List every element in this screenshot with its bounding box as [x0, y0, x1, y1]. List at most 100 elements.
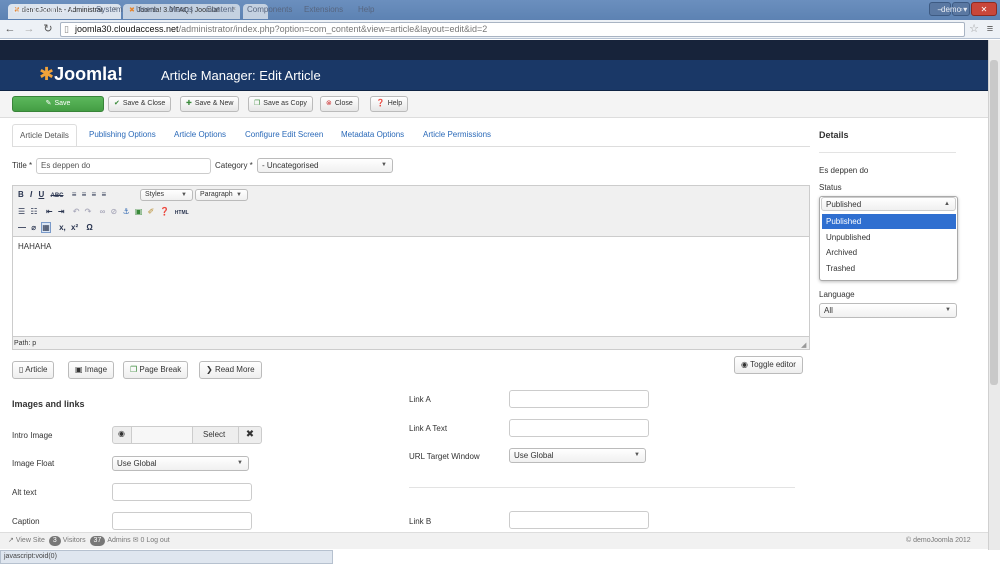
paragraph-select[interactable]: Paragraph ▼	[195, 189, 248, 201]
caret-up-icon: ▲	[944, 201, 950, 207]
redo-icon[interactable]: ↷	[85, 207, 92, 216]
menu-extensions[interactable]: Extensions	[304, 0, 343, 20]
category-label: Category *	[215, 161, 253, 170]
alt-text-input[interactable]	[112, 483, 252, 501]
help-icon[interactable]: ❓	[160, 207, 170, 216]
status-option-trashed[interactable]: Trashed	[822, 261, 956, 276]
indent-icon[interactable]: ⇥	[58, 207, 65, 216]
user-menu[interactable]: demo ▾	[941, 0, 967, 20]
link-a-label: Link A	[409, 395, 431, 404]
page-break-button[interactable]: ❐ Page Break	[123, 361, 189, 379]
align-left-icon[interactable]: ≡	[72, 190, 77, 199]
category-select[interactable]: - Uncategorised ▼	[257, 158, 393, 173]
tab-article-options[interactable]: Article Options	[167, 124, 233, 147]
unlink-icon[interactable]: ⊘	[111, 207, 118, 216]
status-option-unpublished[interactable]: Unpublished	[822, 230, 956, 245]
menu-help[interactable]: Help	[358, 0, 374, 20]
align-justify-icon[interactable]: ≡	[101, 190, 106, 199]
remove-format-icon[interactable]: ⌀	[31, 223, 36, 232]
outdent-icon[interactable]: ⇤	[46, 207, 53, 216]
link-icon[interactable]: ∞	[100, 207, 106, 216]
save-new-button[interactable]: ✚ Save & New	[180, 96, 240, 112]
editor-content-area[interactable]: HAHAHA	[13, 236, 809, 337]
anchor-icon[interactable]: ⚓	[122, 207, 129, 216]
save-new-label: Save & New	[194, 100, 234, 107]
underline-icon[interactable]: U	[38, 190, 44, 199]
menu-icon[interactable]: ≡	[983, 21, 997, 37]
save-close-button[interactable]: ✔ Save & Close	[108, 96, 172, 112]
toggle-editor-button[interactable]: ◉ Toggle editor	[734, 356, 803, 374]
italic-icon[interactable]: I	[30, 190, 32, 199]
language-label: Language	[819, 290, 855, 299]
visitors-label: Visitors	[62, 537, 86, 544]
scrollbar-thumb[interactable]	[990, 60, 998, 385]
save-button[interactable]: ✎ Save	[12, 96, 104, 112]
help-button[interactable]: ❓ Help	[370, 96, 409, 112]
clear-image-icon[interactable]: ✖	[238, 427, 261, 443]
insert-image-icon[interactable]: ▣	[135, 207, 143, 216]
language-select[interactable]: All ▼	[819, 303, 957, 318]
cleanup-icon[interactable]: ✐	[148, 207, 155, 216]
view-site-link[interactable]: View Site	[16, 537, 45, 544]
numbered-list-icon[interactable]: ☷	[30, 207, 37, 216]
link-a-input[interactable]	[509, 390, 649, 408]
site-link[interactable]: demoJoomla ↗	[13, 0, 75, 20]
insert-image-button[interactable]: ▣ Image	[68, 361, 115, 379]
horizontal-rule-icon[interactable]: —	[18, 223, 26, 232]
menu-components[interactable]: Components	[247, 0, 292, 20]
title-input[interactable]: Es deppen do	[36, 158, 211, 174]
menu-system[interactable]: System	[96, 0, 123, 20]
star-icon[interactable]: ☆	[967, 21, 981, 37]
align-right-icon[interactable]: ≡	[92, 190, 97, 199]
resize-handle-icon[interactable]: ◢	[801, 341, 806, 349]
status-option-published[interactable]: Published	[822, 214, 956, 229]
menu-menus[interactable]: Menus	[169, 0, 193, 20]
menu-content[interactable]: Content	[206, 0, 234, 20]
logout-link[interactable]: Log out	[146, 537, 169, 544]
tab-metadata-options[interactable]: Metadata Options	[334, 124, 411, 147]
intro-image-field[interactable]: ◉ Select ✖	[112, 426, 262, 444]
reload-icon[interactable]: ↻	[41, 21, 55, 37]
undo-icon[interactable]: ↶	[73, 207, 80, 216]
language-value: All	[824, 306, 833, 315]
eye-icon: ◉	[741, 360, 748, 369]
eye-icon[interactable]: ◉	[118, 429, 125, 438]
url-target-select[interactable]: Use Global ▼	[509, 448, 646, 463]
image-float-select[interactable]: Use Global ▼	[112, 456, 249, 471]
visual-aid-icon[interactable]: ▦	[41, 222, 51, 233]
close-window-icon[interactable]: ✕	[971, 2, 997, 16]
tab-article-permissions[interactable]: Article Permissions	[416, 124, 498, 147]
subscript-icon[interactable]: x,	[59, 223, 66, 232]
close-button[interactable]: ⊗ Close	[320, 96, 359, 112]
tab-configure-edit-screen[interactable]: Configure Edit Screen	[238, 124, 330, 147]
site-name: demoJoomla	[13, 5, 65, 15]
bullet-list-icon[interactable]: ☰	[18, 207, 25, 216]
back-icon[interactable]: ←	[3, 21, 17, 37]
insert-article-button[interactable]: ▯ Article	[12, 361, 55, 379]
tab-publishing-options[interactable]: Publishing Options	[82, 124, 163, 147]
file-icon: ▯	[19, 365, 24, 374]
read-more-button[interactable]: ❯ Read More	[199, 361, 262, 379]
caption-input[interactable]	[112, 512, 252, 530]
status-option-archived[interactable]: Archived	[822, 245, 956, 260]
url-target-value: Use Global	[514, 451, 554, 460]
select-image-button[interactable]: Select	[203, 430, 225, 439]
styles-select[interactable]: Styles ▼	[140, 189, 193, 201]
save-copy-button[interactable]: ❐ Save as Copy	[248, 96, 313, 112]
special-character-icon[interactable]: Ω	[86, 223, 92, 232]
forward-icon[interactable]: →	[22, 21, 36, 37]
tab-article-details[interactable]: Article Details	[12, 124, 77, 147]
address-input[interactable]: ▯ joomla30.cloudaccess.net/administrator…	[60, 22, 965, 37]
align-center-icon[interactable]: ≡	[82, 190, 87, 199]
superscript-icon[interactable]: x²	[71, 223, 78, 232]
html-icon[interactable]: HTML	[175, 210, 189, 216]
status-select[interactable]: Published ▲	[821, 197, 956, 211]
bold-icon[interactable]: B	[18, 190, 24, 199]
link-b-input[interactable]	[509, 511, 649, 529]
menu-users[interactable]: Users	[136, 0, 157, 20]
link-a-text-input[interactable]	[509, 419, 649, 437]
caption-label: Caption	[12, 517, 40, 526]
strikethrough-icon[interactable]: ABC	[51, 193, 64, 199]
image-path-input[interactable]	[131, 427, 193, 443]
intro-image-label: Intro Image	[12, 431, 53, 440]
